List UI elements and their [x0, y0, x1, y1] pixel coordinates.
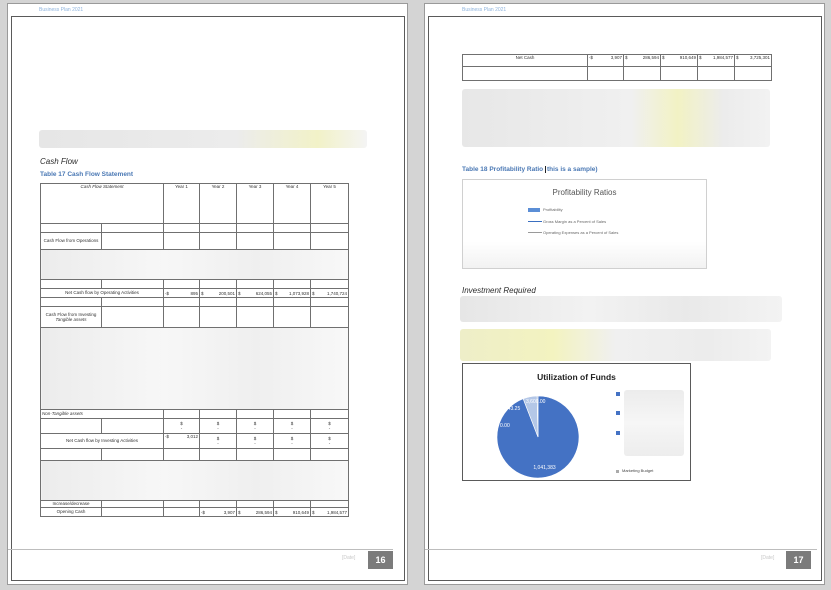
- table-title-cell: Cash Flow Statement: [40, 183, 164, 224]
- cell-value: $286,594: [236, 507, 274, 517]
- legend-swatch: [528, 221, 542, 222]
- document-page-16: Business Plan 2021 Cash Flow Table 17 Ca…: [7, 3, 408, 585]
- row-label-opening-cash: Opening Cash: [40, 507, 102, 517]
- row-label-net-operating: Net Cash flow by Operating Activities: [40, 288, 164, 298]
- cell-value: $ -: [310, 433, 349, 449]
- row-label-operations: Cash Flow from Operations: [40, 232, 102, 250]
- cell-value: $ -: [273, 433, 311, 449]
- redacted-rows: [40, 249, 349, 280]
- row-label-net-investing: Net Cash flow by Investing Activities: [40, 433, 164, 449]
- year-header: Year 4: [273, 183, 311, 224]
- redacted-text: [462, 89, 770, 147]
- chart-title: Profitability Ratios: [552, 188, 617, 197]
- page-number: 17: [786, 551, 811, 569]
- cell-value: $1,073,928: [273, 288, 311, 298]
- redacted-text: [39, 130, 367, 148]
- redacted-text: [460, 329, 771, 361]
- redacted-rows: [40, 327, 349, 410]
- row-label-increase-decrease: Increase/decrease: [40, 500, 102, 508]
- cell-value: -$ 3,012: [163, 433, 200, 449]
- legend-swatch: [616, 470, 619, 473]
- cell-value: -$ 895: [163, 288, 200, 298]
- footer-date: [Date]: [342, 555, 356, 561]
- cell-value: $ -: [310, 418, 349, 434]
- section-heading: Investment Required: [462, 286, 536, 295]
- cell-value: $1,740,724: [310, 288, 349, 298]
- year-header: Year 5: [310, 183, 349, 224]
- cash-flow-table: Cash Flow Statement Year 1 Year 2 Year 3…: [40, 183, 349, 517]
- legend-label: Operating Expenses as a Percent of Sales: [543, 230, 619, 235]
- page-header: Business Plan 2021: [462, 7, 507, 13]
- row-label-investing: Cash Flow from Investing Tangible assets: [40, 306, 102, 328]
- redacted-rows: [40, 460, 349, 501]
- cell-value: $ -: [273, 418, 311, 434]
- page-header: Business Plan 2021: [39, 7, 84, 13]
- cell-value: $286,594: [623, 54, 661, 67]
- legend-swatch: [528, 232, 542, 233]
- cell-value: $910,649: [273, 507, 311, 517]
- redacted-legend: [624, 390, 684, 456]
- legend-label: Marketing Budget: [622, 468, 654, 473]
- cell-value: $ -: [236, 433, 274, 449]
- table-title: Cash Flow Statement: [80, 184, 124, 190]
- legend-swatch: [616, 411, 620, 415]
- cell-value: $3,725,301: [734, 54, 772, 67]
- section-heading: Cash Flow: [40, 157, 78, 166]
- row-label-net-cash: Net Cash: [462, 54, 588, 67]
- cell-value: $ -: [236, 418, 274, 434]
- tangible-assets-label: Tangible assets: [55, 317, 87, 322]
- cell-value: $ -: [199, 433, 237, 449]
- footer-line: [8, 549, 393, 550]
- cell-value: $ -: [163, 418, 200, 434]
- utilization-chart: Utilization of Funds 1,041,383 61,543.25 0…: [462, 363, 691, 481]
- net-cash-table: Net Cash -$ 3,907 $286,594 $910,649 $1,98…: [462, 54, 772, 81]
- page-number: 16: [368, 551, 393, 569]
- cell-value: -$ 3,907: [199, 507, 237, 517]
- cell-value: -$ 3,907: [587, 54, 624, 67]
- pie-data-label: 1,041,383: [533, 465, 555, 471]
- cell-value: $ -: [199, 418, 237, 434]
- year-header: Year 3: [236, 183, 274, 224]
- profitability-chart: Profitability Ratios Profitability Gross…: [462, 179, 707, 269]
- legend-swatch: [616, 431, 620, 435]
- table-caption: Table 17 Cash Flow Statement: [40, 171, 134, 178]
- pie-data-label: 0.00: [500, 423, 510, 429]
- footer-date: [Date]: [761, 555, 775, 561]
- legend-swatch: [528, 208, 540, 212]
- year-header: Year 1: [163, 183, 200, 224]
- legend-label: Profitability: [543, 207, 563, 212]
- cell-value: $624,055: [236, 288, 274, 298]
- row-label-non-tangible: Non-Tangible assets: [40, 409, 164, 419]
- legend-label: Gross Margin as a Percent of Sales: [543, 219, 607, 224]
- pie-data-label: 61,543.25: [498, 406, 520, 412]
- cell-value: $1,984,577: [697, 54, 735, 67]
- footer-line: [425, 549, 817, 550]
- pie-data-label: 3,600.00: [526, 399, 546, 405]
- redacted-text: [460, 296, 782, 322]
- legend-swatch: [616, 392, 620, 396]
- table-caption: Table 18 Profitability Ratio this is a s…: [462, 166, 598, 173]
- cell-value: $1,984,577: [310, 507, 349, 517]
- cell-value: $910,649: [660, 54, 698, 67]
- year-header: Year 2: [199, 183, 237, 224]
- cell-value: $200,501: [199, 288, 237, 298]
- document-page-17: Business Plan 2021 Net Cash -$ 3,907 $286…: [424, 3, 825, 585]
